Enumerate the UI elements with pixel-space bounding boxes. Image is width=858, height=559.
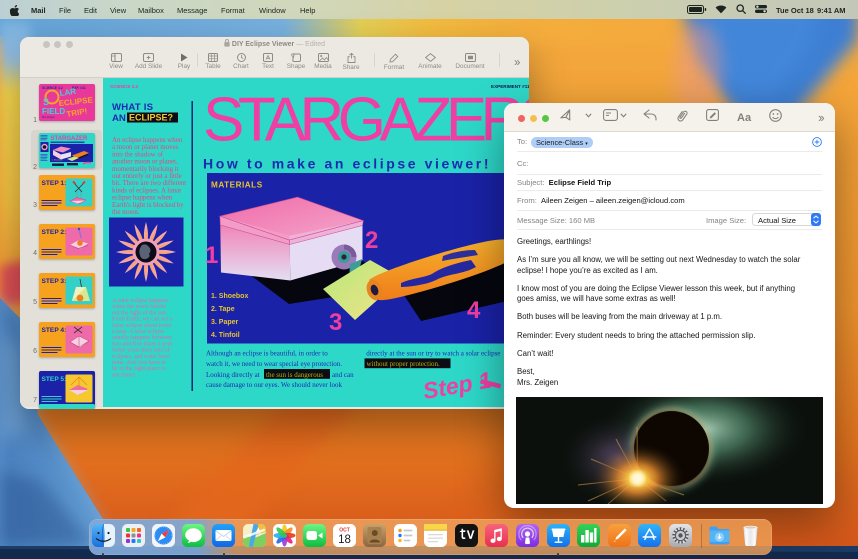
- svg-text:FIELD: FIELD: [42, 107, 65, 116]
- svg-text:without proper protection.: without proper protection.: [367, 360, 441, 368]
- svg-text:MATERIALS: MATERIALS: [211, 181, 263, 190]
- svg-text:4: 4: [467, 297, 481, 324]
- svg-text:STEP 4:: STEP 4:: [41, 327, 66, 334]
- svg-text:and can: and can: [332, 371, 354, 379]
- svg-text:Step 1: Step 1: [421, 366, 493, 404]
- svg-text:An eclipse happens whena moon: An eclipse happens when a moon or planet …: [112, 137, 186, 216]
- svg-text:directly at the sun or try to: directly at the sun or try to watch a so…: [366, 350, 500, 358]
- svg-text:the sun is dangerous: the sun is dangerous: [266, 371, 323, 379]
- svg-text:STEP 1:: STEP 1:: [41, 180, 66, 187]
- svg-text:AN: AN: [112, 113, 126, 124]
- svg-text:3: 3: [329, 309, 342, 336]
- svg-text:STEP 5:: STEP 5:: [41, 376, 66, 383]
- svg-text:TRIP!: TRIP!: [65, 106, 87, 118]
- svg-text:2: 2: [365, 227, 378, 254]
- svg-text:STARGAZER: STARGAZER: [50, 136, 88, 142]
- svg-text:STEP 2:: STEP 2:: [41, 229, 66, 236]
- svg-text:18: 18: [338, 534, 351, 546]
- svg-text:ECLIPSE?: ECLIPSE?: [129, 113, 173, 123]
- svg-text:STARGAZERS: STARGAZERS: [203, 86, 529, 155]
- svg-text:1. Shoebox: 1. Shoebox: [51, 159, 63, 161]
- svg-text:How to make an eclipse viewer!: How to make an eclipse viewer!: [203, 156, 491, 172]
- svg-text:S: S: [43, 97, 49, 107]
- svg-text:Mrs Zeigen: Mrs Zeigen: [42, 115, 56, 119]
- svg-text:STEP 3:: STEP 3:: [41, 278, 66, 285]
- svg-text:OCT: OCT: [339, 528, 350, 534]
- svg-text:SCIENCE 4.2: SCIENCE 4.2: [110, 84, 139, 89]
- svg-text:LAR: LAR: [59, 87, 77, 98]
- svg-text:1: 1: [205, 242, 218, 269]
- svg-text:WHAT IS: WHAT IS: [112, 102, 154, 113]
- svg-text:A solar eclipse happenswhen th: A solar eclipse happens when the moon blo…: [112, 298, 174, 378]
